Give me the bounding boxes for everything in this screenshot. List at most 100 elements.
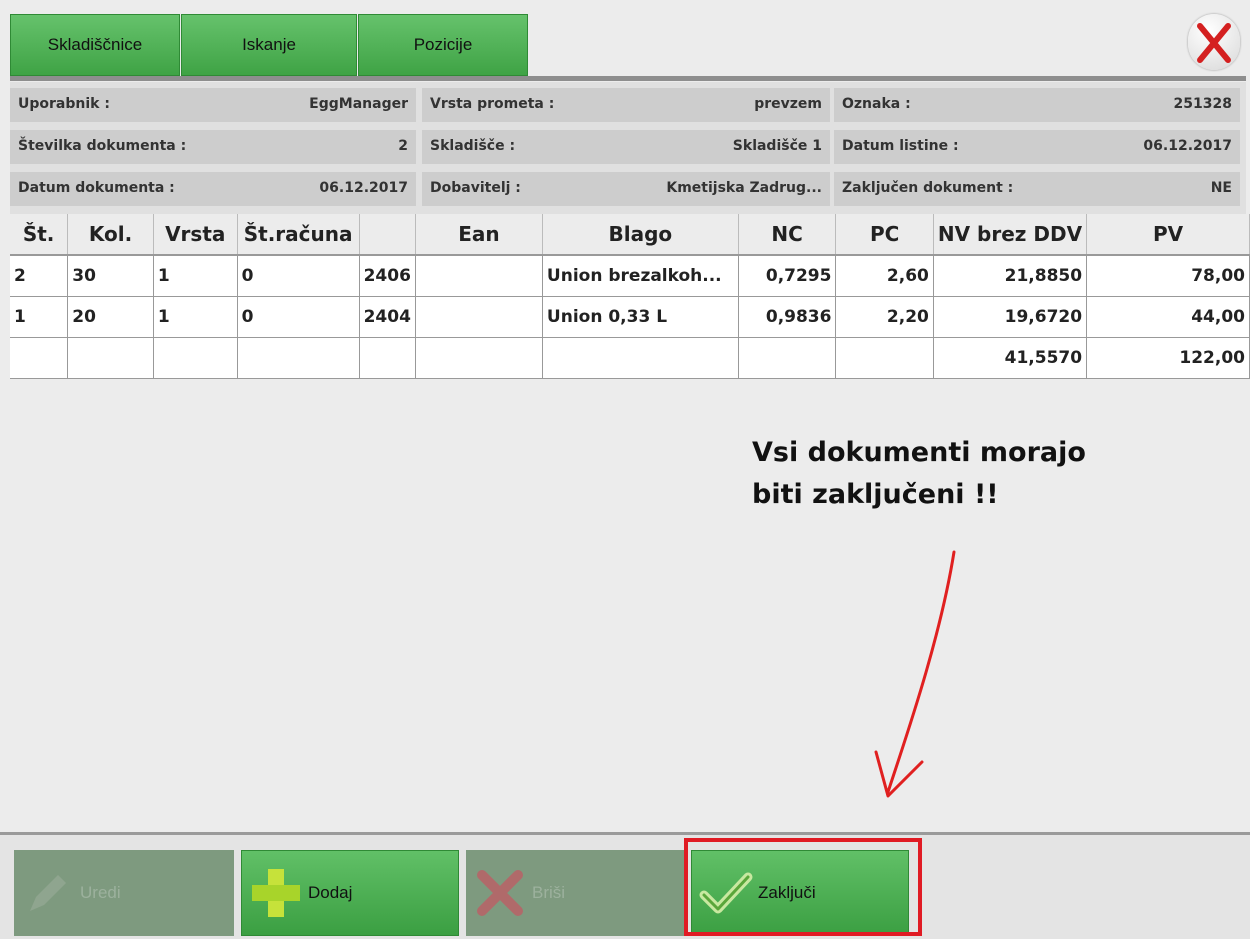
table-cell: 1 — [10, 296, 69, 338]
tab-label: Iskanje — [242, 35, 296, 54]
table-cell: 2404 — [359, 296, 416, 338]
field-label: Vrsta prometa : — [430, 96, 555, 112]
table-cell: 0 — [237, 255, 360, 297]
field-label: Številka dokumenta : — [18, 138, 187, 154]
total-nv-cell: 41,5570 — [933, 337, 1088, 379]
annotation-line-2: biti zaključeni !! — [752, 479, 999, 510]
column-header[interactable]: PV — [1086, 214, 1250, 256]
table-header-row: Št. Kol. Vrsta Št.računa Ean Blago NC PC… — [10, 214, 1250, 256]
tab-label: Skladiščnice — [47, 35, 143, 54]
field-label: Skladišče : — [430, 138, 516, 154]
table-cell: Union 0,33 L — [542, 296, 739, 338]
table-row[interactable]: 2 30 1 0 2406 Union brezalkoh... 0,7295 … — [10, 255, 1250, 297]
table-cell: 30 — [67, 255, 154, 297]
field-value: 06.12.2017 — [1143, 138, 1232, 154]
table-cell: 0,7295 — [738, 255, 837, 297]
field-label: Dobavitelj : — [430, 180, 521, 196]
field-value: 2 — [398, 138, 408, 154]
pencil-icon — [30, 875, 66, 911]
table-cell — [415, 337, 543, 379]
column-header[interactable]: Blago — [542, 214, 739, 256]
uredi-button[interactable]: Uredi — [14, 850, 234, 936]
field-value: prevzem — [754, 96, 822, 112]
table-cell — [415, 255, 543, 297]
button-label: Uredi — [80, 883, 121, 902]
dodaj-button[interactable]: Dodaj — [241, 850, 459, 936]
field-value: 06.12.2017 — [319, 180, 408, 196]
field-uporabnik: Uporabnik : EggManager — [10, 88, 416, 122]
table-cell — [67, 337, 154, 379]
totals-row: 41,5570 122,00 — [10, 337, 1250, 379]
tab-iskanje[interactable]: Iskanje — [181, 14, 357, 76]
bottom-toolbar: Uredi Dodaj Briši Zaključi — [0, 832, 1250, 939]
tab-skladiscnice[interactable]: Skladiščnice — [10, 14, 180, 76]
table-cell — [153, 337, 238, 379]
table-cell: 0,9836 — [738, 296, 837, 338]
table-cell: 78,00 — [1086, 255, 1250, 297]
field-datum-listine: Datum listine : 06.12.2017 — [834, 130, 1240, 164]
field-value: 251328 — [1173, 96, 1232, 112]
table-cell: 1 — [153, 296, 238, 338]
column-header[interactable]: Vrsta — [153, 214, 238, 256]
button-label: Dodaj — [308, 883, 353, 902]
column-header[interactable]: Št. — [10, 214, 69, 256]
annotation-line-1: Vsi dokumenti morajo — [752, 437, 1086, 468]
table-cell — [359, 337, 416, 379]
column-header[interactable]: NC — [738, 214, 837, 256]
field-label: Zaključen dokument : — [842, 180, 1014, 196]
table-row[interactable]: 1 20 1 0 2404 Union 0,33 L 0,9836 2,20 1… — [10, 296, 1250, 338]
field-stevilka-dokumenta: Številka dokumenta : 2 — [10, 130, 416, 164]
field-label: Datum dokumenta : — [18, 180, 175, 196]
zakljuci-highlight-box — [684, 838, 922, 936]
document-info-panel: Uporabnik : EggManager Vrsta prometa : p… — [10, 82, 1246, 214]
annotation-text: Vsi dokumenti morajo biti zaključeni !! — [752, 432, 1086, 516]
table-cell — [10, 337, 69, 379]
table-cell — [835, 337, 934, 379]
tab-label: Pozicije — [413, 35, 473, 54]
table-cell: 1 — [153, 255, 238, 297]
field-value: EggManager — [309, 96, 408, 112]
table-cell — [237, 337, 360, 379]
table-cell — [542, 337, 739, 379]
field-vrsta-prometa: Vrsta prometa : prevzem — [422, 88, 830, 122]
items-table: Št. Kol. Vrsta Št.računa Ean Blago NC PC… — [10, 214, 1250, 379]
field-label: Oznaka : — [842, 96, 911, 112]
table-cell: 19,6720 — [933, 296, 1088, 338]
table-cell: 2,60 — [835, 255, 934, 297]
table-cell: 2406 — [359, 255, 416, 297]
tab-divider — [10, 76, 1246, 81]
table-cell — [738, 337, 837, 379]
table-cell: Union brezalkoh... — [542, 255, 739, 297]
field-oznaka: Oznaka : 251328 — [834, 88, 1240, 122]
column-header[interactable]: Kol. — [67, 214, 154, 256]
column-header[interactable]: Št.računa — [237, 214, 360, 256]
column-header[interactable] — [359, 214, 416, 256]
table-cell: 44,00 — [1086, 296, 1250, 338]
field-value: NE — [1210, 180, 1232, 196]
field-label: Datum listine : — [842, 138, 959, 154]
table-cell: 2 — [10, 255, 69, 297]
table-cell: 20 — [67, 296, 154, 338]
table-cell: 0 — [237, 296, 360, 338]
column-header[interactable]: Ean — [415, 214, 543, 256]
tab-pozicije[interactable]: Pozicije — [358, 14, 528, 76]
field-datum-dokumenta: Datum dokumenta : 06.12.2017 — [10, 172, 416, 206]
top-bar: Skladiščnice Iskanje Pozicije — [0, 0, 1250, 80]
brisi-button[interactable]: Briši — [466, 850, 684, 936]
field-value: Kmetijska Zadrug... — [666, 180, 822, 196]
table-cell: 21,8850 — [933, 255, 1088, 297]
plus-icon — [252, 869, 300, 917]
field-skladisce: Skladišče : Skladišče 1 — [422, 130, 830, 164]
field-dobavitelj: Dobavitelj : Kmetijska Zadrug... — [422, 172, 830, 206]
field-label: Uporabnik : — [18, 96, 110, 112]
close-button[interactable] — [1188, 14, 1240, 70]
button-label: Briši — [532, 883, 566, 902]
table-cell: 2,20 — [835, 296, 934, 338]
table-cell — [415, 296, 543, 338]
column-header[interactable]: NV brez DDV — [933, 214, 1088, 256]
column-header[interactable]: PC — [835, 214, 934, 256]
field-value: Skladišče 1 — [732, 138, 822, 154]
close-icon — [1197, 23, 1231, 63]
field-zakljucen-dokument: Zaključen dokument : NE — [834, 172, 1240, 206]
total-pv-cell: 122,00 — [1086, 337, 1250, 379]
